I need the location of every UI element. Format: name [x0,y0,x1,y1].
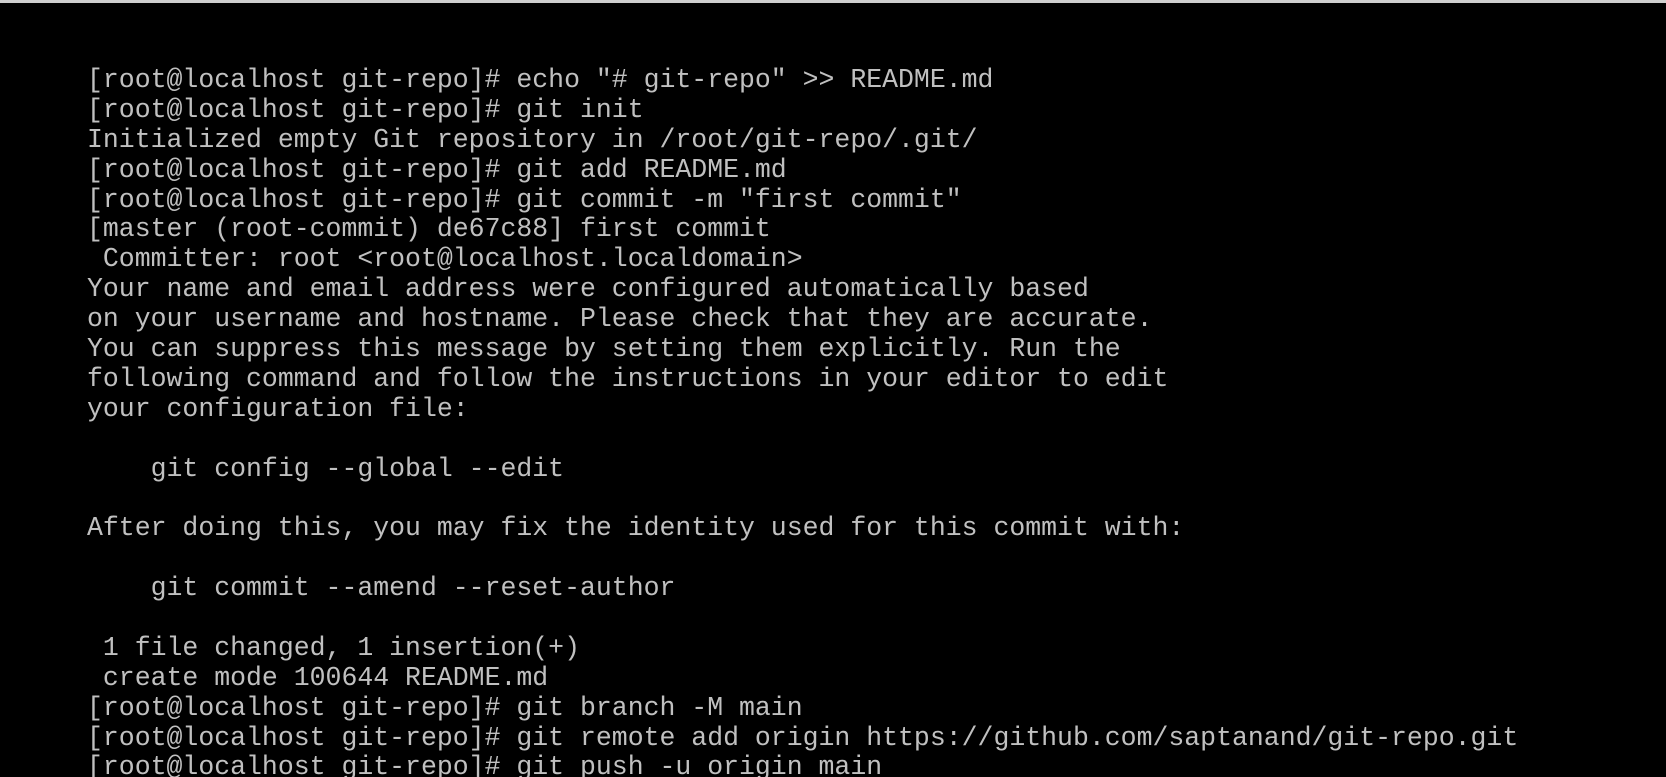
terminal-line-output: 1 file changed, 1 insertion(+) [87,632,580,663]
terminal-line-output: Committer: root <root@localhost.localdom… [87,244,803,275]
terminal-line-output: git commit --amend --reset-author [87,573,676,604]
terminal-line-output: on your username and hostname. Please ch… [87,304,1153,335]
terminal-line-output: create mode 100644 README.md [87,662,549,693]
terminal-line-prompt-git-init: [root@localhost git-repo]# git init [87,94,644,125]
terminal-line-prompt-git-branch: [root@localhost git-repo]# git branch -M… [87,692,803,723]
terminal-line-output: [master (root-commit) de67c88] first com… [87,214,771,245]
terminal-line-prompt-git-remote: [root@localhost git-repo]# git remote ad… [87,722,1519,753]
terminal-line-output: After doing this, you may fix the identi… [87,513,1185,544]
terminal-line-output: Your name and email address were configu… [87,274,1089,305]
terminal-line-output: Initialized empty Git repository in /roo… [87,124,978,155]
terminal-line-output: following command and follow the instruc… [87,363,1169,394]
terminal-line-output: git config --global --edit [87,453,565,484]
terminal-line-output: You can suppress this message by setting… [87,334,1121,365]
terminal-output: [root@localhost git-repo]# echo "# git-r… [87,65,1519,777]
terminal-line-output: your configuration file: [87,393,469,424]
terminal-line-prompt-git-add: [root@localhost git-repo]# git add READM… [87,154,787,185]
terminal-line-prompt-echo: [root@localhost git-repo]# echo "# git-r… [87,65,994,95]
terminal-window[interactable]: [root@localhost git-repo]# echo "# git-r… [0,3,1666,777]
terminal-line-prompt-git-push: [root@localhost git-repo]# git push -u o… [87,752,883,777]
terminal-line-prompt-git-commit: [root@localhost git-repo]# git commit -m… [87,184,962,215]
